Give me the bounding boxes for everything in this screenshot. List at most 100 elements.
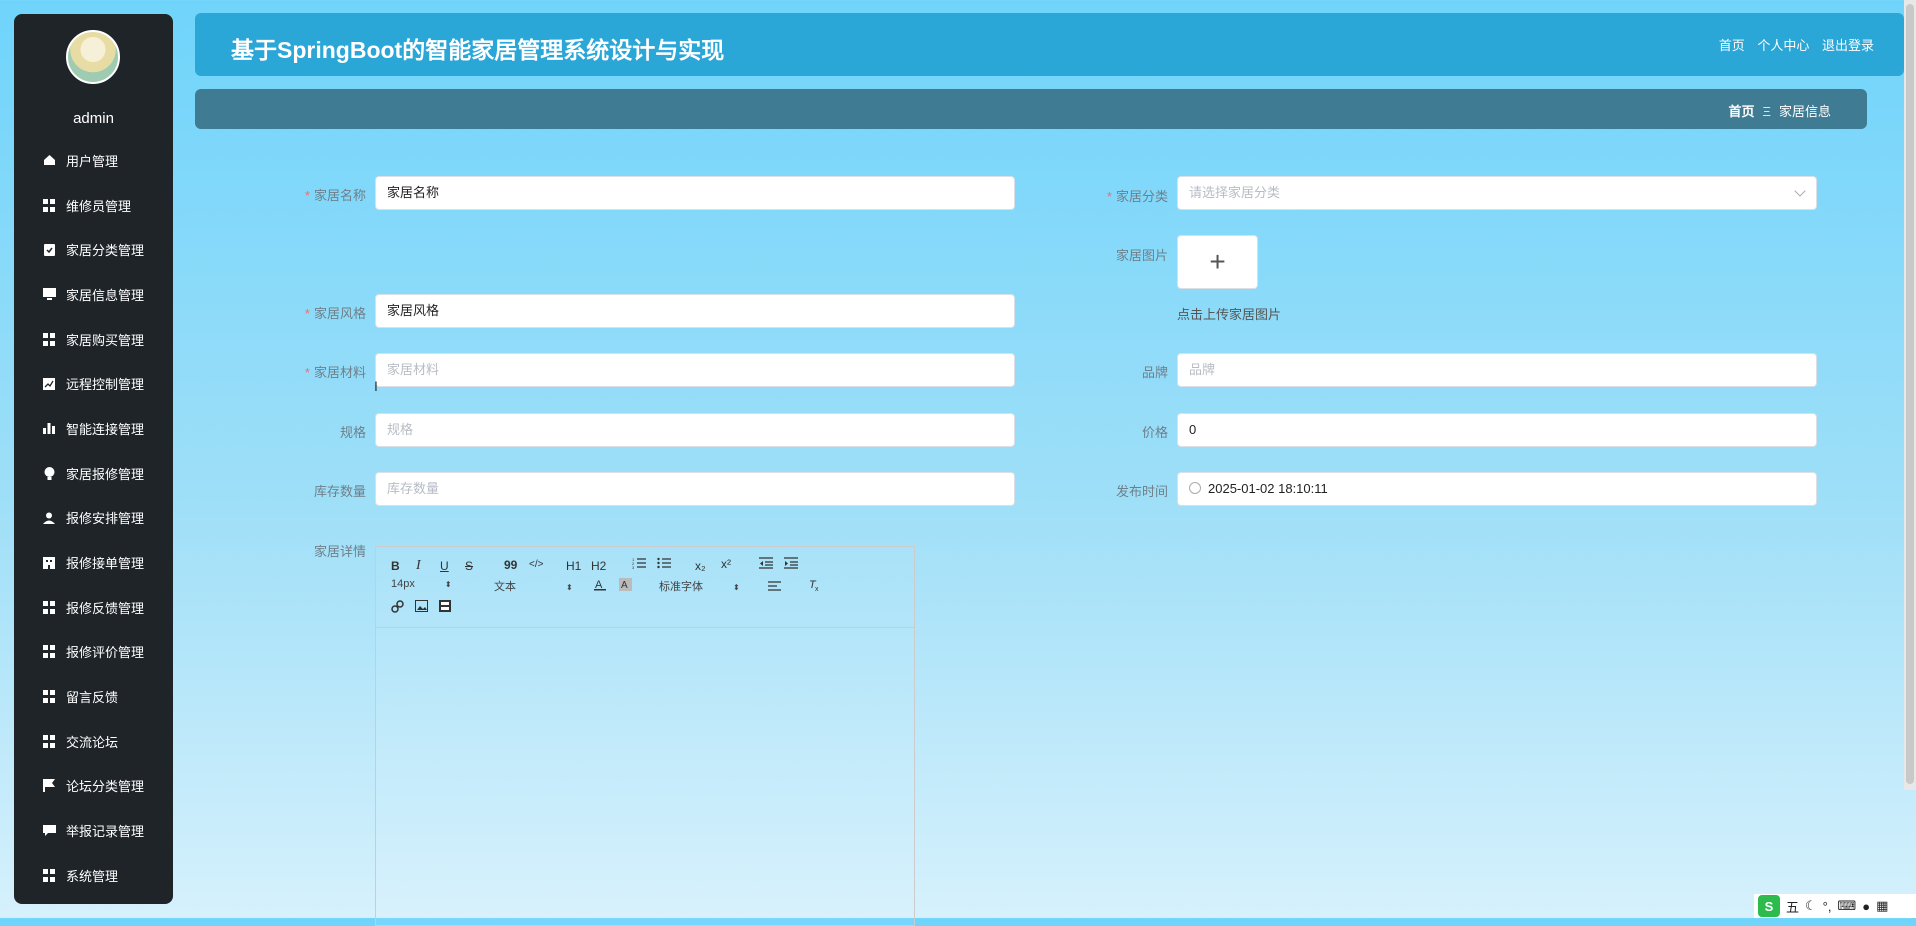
sidebar-item-smart-connect-management[interactable]: 智能连接管理 [14,406,173,451]
breadcrumb-home[interactable]: 首页 [1729,104,1755,119]
style-label: * 家居风格 [304,306,366,321]
monitor-icon [42,287,56,301]
breadcrumb-bar: 首页 Ξ 家居信息 [195,89,1867,129]
sidebar-menu: 用户管理 维修员管理 家居分类管理 家居信息管理 家居购买管理 远程控制管理 智… [14,138,173,898]
building-icon [42,556,56,570]
svg-text:3: 3 [632,565,635,569]
top-header: 基于SpringBoot的智能家居管理系统设计与实现 首页 个人中心 退出登录 [195,13,1904,76]
sidebar-item-repair-rating-management[interactable]: 报修评价管理 [14,630,173,675]
sidebar-item-label: 维修员管理 [66,198,132,214]
stock-input[interactable]: 库存数量 [375,472,1015,506]
spec-input[interactable]: 规格 [375,413,1015,447]
sidebar-item-forum[interactable]: 交流论坛 [14,719,173,764]
font-size-select[interactable]: 14px ⬍ [391,578,452,590]
breadcrumb-separator: Ξ [1762,104,1771,119]
h2-button[interactable]: H2 [591,559,606,573]
sidebar-item-repair-schedule-management[interactable]: 报修安排管理 [14,496,173,541]
chevron-down-icon [1794,185,1806,197]
apps-icon[interactable]: ▦ [1876,898,1888,914]
underline-button[interactable]: U [440,559,449,573]
indent-icon[interactable] [784,557,798,572]
sidebar-item-label: 报修评价管理 [66,645,145,661]
publish-time-picker[interactable]: 2025-01-02 18:10:11 [1177,472,1817,506]
material-input[interactable]: 家居材料 [375,353,1015,387]
superscript-button[interactable]: x² [721,557,731,571]
upload-tip: 点击上传家居图片 [1177,307,1282,322]
sidebar-item-user-management[interactable]: 用户管理 [14,138,173,183]
grid-icon [42,868,56,882]
sidebar-item-system-management[interactable]: 系统管理 [14,853,173,898]
sidebar-item-category-management[interactable]: 家居分类管理 [14,227,173,272]
grid-icon [42,332,56,346]
brand-input[interactable]: 品牌 [1177,353,1817,387]
sidebar-item-label: 系统管理 [66,868,119,884]
strike-button[interactable]: S [465,559,473,573]
sidebar-item-label: 举报记录管理 [66,824,145,840]
ordered-list-icon[interactable]: 123 [632,557,646,572]
sidebar-item-repair-order-management[interactable]: 报修接单管理 [14,540,173,585]
price-label: 价格 [1141,425,1168,440]
sidebar-item-message-feedback[interactable]: 留言反馈 [14,674,173,719]
sidebar-item-repairman-management[interactable]: 维修员管理 [14,183,173,228]
profile-link[interactable]: 个人中心 [1757,38,1809,53]
sidebar-item-label: 报修安排管理 [66,511,145,527]
clock-icon [1189,482,1201,494]
background-color-icon[interactable]: A [619,578,632,594]
punctuation-icon[interactable]: °, [1823,899,1832,914]
stock-label: 库存数量 [313,484,366,499]
sidebar-item-label: 报修反馈管理 [66,600,145,616]
sidebar-item-report-management[interactable]: 举报记录管理 [14,808,173,853]
font-color-icon[interactable]: A [594,578,606,594]
link-icon[interactable] [391,600,404,616]
code-block-button[interactable]: </> [529,559,543,570]
moon-icon[interactable]: ☾ [1805,898,1817,914]
style-input[interactable]: 家居风格 [375,294,1015,328]
video-icon[interactable] [439,600,451,615]
italic-button[interactable]: I [416,558,421,574]
sidebar-item-repair-request-management[interactable]: 家居报修管理 [14,451,173,496]
keyboard-icon[interactable]: ⌨ [1837,898,1856,914]
clear-format-icon[interactable]: Tx [808,578,822,594]
material-label: * 家居材料 [304,365,366,380]
sidebar-item-label: 交流论坛 [66,734,119,750]
price-input[interactable]: 0 [1177,413,1817,447]
sidebar-item-repair-feedback-management[interactable]: 报修反馈管理 [14,585,173,630]
sidebar-item-home-info-management[interactable]: 家居信息管理 [14,272,173,317]
align-icon[interactable] [768,580,781,594]
ime-toolbar: S 五 ☾ °, ⌨ ● ▦ [1754,894,1916,918]
category-select[interactable]: 请选择家居分类 [1177,176,1817,210]
header-links: 首页 个人中心 退出登录 [1710,35,1874,54]
h1-button[interactable]: H1 [566,559,581,573]
outdent-icon[interactable] [759,557,773,572]
grid-icon [42,600,56,614]
text-cursor-icon: I [374,378,378,394]
avatar[interactable] [66,30,120,84]
blockquote-button[interactable]: 99 [504,558,517,572]
image-icon[interactable] [415,600,428,615]
sidebar-item-forum-category-management[interactable]: 论坛分类管理 [14,764,173,809]
bold-button[interactable]: B [391,559,400,573]
category-label: * 家居分类 [1106,189,1168,204]
breadcrumb: 首页 Ξ 家居信息 [1729,101,1831,120]
chat-icon [42,824,56,838]
subscript-button[interactable]: x₂ [695,559,706,573]
logout-link[interactable]: 退出登录 [1822,38,1874,53]
grid-icon [42,198,56,212]
page-scrollbar[interactable] [1904,0,1916,790]
ime-mode[interactable]: 五 [1786,897,1799,916]
user-icon[interactable]: ● [1862,899,1870,914]
name-input[interactable]: 家居名称 [375,176,1015,210]
font-family-select[interactable]: 标准字体 ⬍ [659,578,740,594]
brand-label: 品牌 [1141,365,1168,380]
text-type-select[interactable]: 文本 ⬍ [494,578,573,594]
image-upload-button[interactable]: + [1177,235,1258,289]
editor-content-area[interactable] [376,628,914,925]
sidebar-item-label: 家居购买管理 [66,332,145,348]
sidebar-item-purchase-management[interactable]: 家居购买管理 [14,317,173,362]
home-link[interactable]: 首页 [1719,38,1745,53]
sidebar-item-remote-control-management[interactable]: 远程控制管理 [14,361,173,406]
ime-logo-icon[interactable]: S [1758,895,1780,917]
scrollbar-thumb[interactable] [1906,4,1914,784]
bullet-list-icon[interactable] [657,557,671,572]
breadcrumb-current: 家居信息 [1778,104,1831,119]
